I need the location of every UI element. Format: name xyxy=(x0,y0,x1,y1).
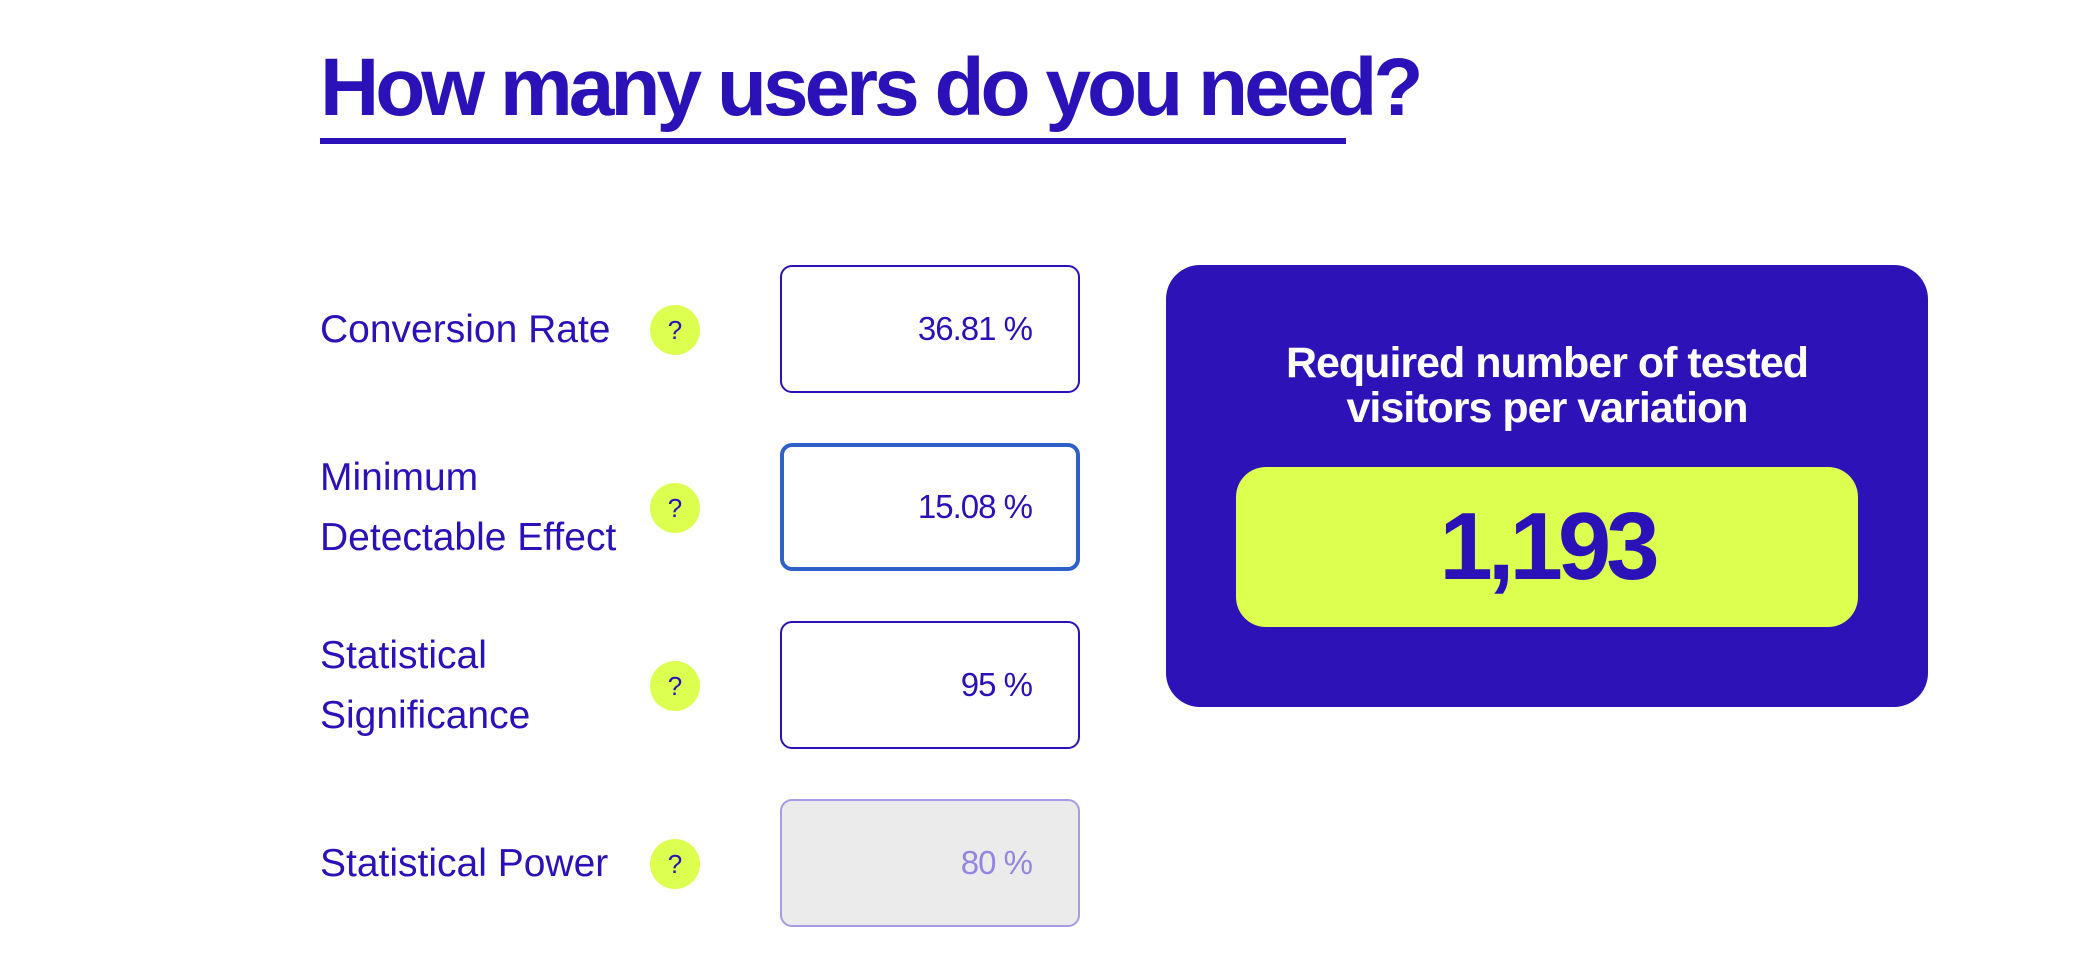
field-row-statistical-significance: Statistical Significance ? 95 % xyxy=(320,621,1080,751)
statistical-significance-label: Statistical Significance xyxy=(320,634,531,737)
help-icon[interactable]: ? xyxy=(650,839,700,889)
result-heading-line-1: Required number of tested xyxy=(1285,339,1809,387)
result-heading-line-2: visitors per variation xyxy=(1346,384,1749,432)
result-card: Required number of tested visitors per v… xyxy=(1166,265,1928,707)
statistical-power-label: Statistical Power xyxy=(320,842,609,885)
statistical-power-input: 80 % xyxy=(780,799,1080,927)
minimum-detectable-effect-label: Minimum Detectable Effect xyxy=(320,456,617,559)
help-icon[interactable]: ? xyxy=(650,305,700,355)
title-underline xyxy=(320,138,1346,144)
result-value-box: 1,193 xyxy=(1236,467,1858,627)
result-heading: Required number of tested visitors per v… xyxy=(1166,341,1928,431)
minimum-detectable-effect-input[interactable]: 15.08 % xyxy=(780,443,1080,571)
conversion-rate-input[interactable]: 36.81 % xyxy=(780,265,1080,393)
statistical-significance-input[interactable]: 95 % xyxy=(780,621,1080,749)
field-row-statistical-power: Statistical Power ? 80 % xyxy=(320,799,1080,929)
result-value: 1,193 xyxy=(1439,493,1659,600)
conversion-rate-label: Conversion Rate xyxy=(320,308,611,351)
field-row-minimum-detectable-effect: Minimum Detectable Effect ? 15.08 % xyxy=(320,443,1080,573)
page-title: How many users do you need? xyxy=(320,42,1423,133)
help-icon[interactable]: ? xyxy=(650,661,700,711)
field-row-conversion-rate: Conversion Rate ? 36.81 % xyxy=(320,265,1080,395)
help-icon[interactable]: ? xyxy=(650,483,700,533)
